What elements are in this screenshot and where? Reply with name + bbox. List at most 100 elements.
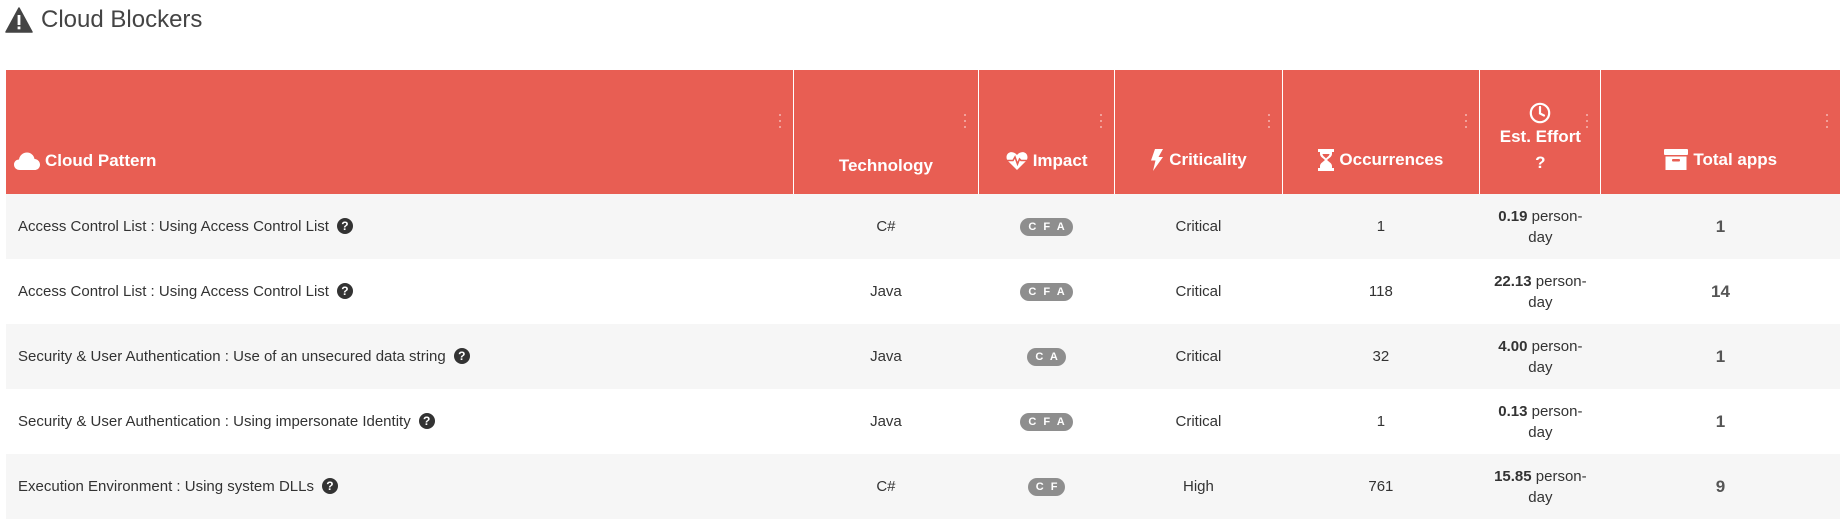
effort-unit: person-day	[1528, 272, 1587, 311]
total-apps-cell: 1	[1600, 389, 1840, 454]
cloud-pattern-text: Security & User Authentication : Use of …	[18, 348, 446, 365]
total-apps-cell: 9	[1600, 454, 1840, 519]
technology-cell: Java	[793, 389, 979, 454]
impact-badge: C F	[1027, 478, 1066, 496]
column-label: Est. Effort	[1499, 127, 1581, 146]
archive-box-icon	[1664, 149, 1689, 170]
table-row[interactable]: Execution Environment : Using system DLL…	[6, 454, 1840, 519]
occurrences-cell: 1	[1282, 389, 1480, 454]
occurrences-cell: 761	[1282, 454, 1480, 519]
total-apps-value: 1	[1715, 216, 1726, 236]
column-resize-handle[interactable]	[1586, 114, 1589, 128]
cloud-pattern-cell: Access Control List : Using Access Contr…	[6, 259, 794, 324]
column-help-icon[interactable]: ?	[1535, 150, 1545, 176]
total-apps-value: 14	[1711, 281, 1730, 301]
criticality-cell: High	[1114, 454, 1282, 519]
total-apps-cell: 1	[1600, 194, 1840, 259]
total-apps-cell: 14	[1600, 259, 1840, 324]
total-apps-value: 1	[1715, 346, 1726, 366]
criticality-cell: Critical	[1114, 194, 1282, 259]
column-header-occurrences[interactable]: Occurrences	[1282, 70, 1481, 194]
column-label: Total apps	[1693, 150, 1778, 169]
effort-cell: 15.85 person-day	[1479, 454, 1601, 519]
warning-triangle-icon	[5, 7, 33, 33]
column-header-total-apps[interactable]: Total apps	[1600, 70, 1840, 194]
clock-icon	[1530, 102, 1551, 124]
effort-value: 4.00	[1498, 337, 1528, 355]
effort-value: 0.13	[1498, 402, 1528, 420]
column-resize-handle[interactable]	[1465, 114, 1468, 128]
table-row[interactable]: Security & User Authentication : Using i…	[6, 389, 1840, 454]
technology-cell: Java	[793, 259, 979, 324]
impact-cell: C F A	[978, 389, 1115, 454]
hourglass-icon	[1318, 149, 1335, 171]
impact-cell: C F A	[978, 259, 1115, 324]
column-header-technology[interactable]: Technology	[793, 70, 979, 194]
impact-badge: C F A	[1020, 218, 1073, 236]
cloud-pattern-cell: Security & User Authentication : Using i…	[6, 389, 794, 454]
column-resize-handle[interactable]	[963, 114, 966, 128]
technology-cell: Java	[793, 324, 979, 389]
cloud-pattern-text: Security & User Authentication : Using i…	[18, 413, 411, 430]
cloud-pattern-cell: Security & User Authentication : Use of …	[6, 324, 794, 389]
effort-value: 0.19	[1498, 207, 1528, 225]
column-header-cloud-pattern[interactable]: Cloud Pattern	[6, 70, 794, 194]
impact-cell: C F A	[978, 194, 1115, 259]
criticality-cell: Critical	[1114, 389, 1282, 454]
heartbeat-icon	[1006, 152, 1028, 170]
cloud-pattern-text: Access Control List : Using Access Contr…	[18, 283, 329, 300]
cloud-pattern-text: Access Control List : Using Access Contr…	[18, 218, 329, 235]
table-row[interactable]: Access Control List : Using Access Contr…	[6, 259, 1840, 324]
total-apps-cell: 1	[1600, 324, 1840, 389]
effort-unit: person-day	[1528, 467, 1587, 506]
effort-value: 22.13	[1494, 272, 1532, 290]
column-label: Occurrences	[1339, 150, 1444, 169]
page-title-bar: Cloud Blockers	[5, 5, 202, 35]
column-header-impact[interactable]: Impact	[978, 70, 1116, 194]
total-apps-value: 1	[1715, 411, 1726, 431]
column-label: Cloud Pattern	[45, 151, 157, 170]
effort-cell: 22.13 person-day	[1479, 259, 1601, 324]
table-header-row: Cloud Pattern Technology Impact Critical…	[6, 70, 1840, 194]
column-resize-handle[interactable]	[1826, 114, 1828, 128]
column-label: Technology	[838, 156, 933, 175]
impact-badge: C A	[1027, 348, 1066, 366]
column-label: Impact	[1032, 151, 1088, 170]
help-icon[interactable]: ?	[336, 218, 353, 234]
impact-badge: C F A	[1020, 413, 1073, 431]
cloud-blockers-table: Cloud Pattern Technology Impact Critical…	[6, 70, 1840, 519]
occurrences-cell: 118	[1282, 259, 1480, 324]
column-header-criticality[interactable]: Criticality	[1114, 70, 1283, 194]
total-apps-value: 9	[1715, 476, 1726, 496]
help-icon[interactable]: ?	[453, 348, 470, 364]
impact-badge: C F A	[1020, 283, 1073, 301]
column-header-est-effort[interactable]: Est. Effort ?	[1479, 70, 1602, 194]
column-resize-handle[interactable]	[779, 114, 781, 128]
effort-unit: person-day	[1527, 402, 1583, 441]
cloud-pattern-text: Execution Environment : Using system DLL…	[18, 478, 314, 495]
effort-unit: person-day	[1527, 337, 1583, 376]
effort-unit: person-day	[1527, 207, 1583, 246]
lightning-icon	[1151, 149, 1164, 171]
help-icon[interactable]: ?	[418, 413, 435, 429]
column-resize-handle[interactable]	[1100, 114, 1103, 128]
table-row[interactable]: Security & User Authentication : Use of …	[6, 324, 1840, 389]
occurrences-cell: 1	[1282, 194, 1480, 259]
effort-cell: 0.19 person-day	[1479, 194, 1601, 259]
cloud-icon	[14, 152, 40, 170]
technology-cell: C#	[793, 454, 979, 519]
column-resize-handle[interactable]	[1267, 114, 1270, 128]
impact-cell: C A	[978, 324, 1115, 389]
help-icon[interactable]: ?	[336, 283, 353, 299]
effort-cell: 0.13 person-day	[1479, 389, 1601, 454]
occurrences-cell: 32	[1282, 324, 1480, 389]
effort-value: 15.85	[1494, 467, 1532, 485]
help-icon[interactable]: ?	[321, 478, 338, 494]
effort-cell: 4.00 person-day	[1479, 324, 1601, 389]
criticality-cell: Critical	[1114, 259, 1282, 324]
cloud-pattern-cell: Execution Environment : Using system DLL…	[6, 454, 794, 519]
table-row[interactable]: Access Control List : Using Access Contr…	[6, 194, 1840, 259]
impact-cell: C F	[978, 454, 1115, 519]
criticality-cell: Critical	[1114, 324, 1282, 389]
column-label: Criticality	[1169, 150, 1247, 169]
